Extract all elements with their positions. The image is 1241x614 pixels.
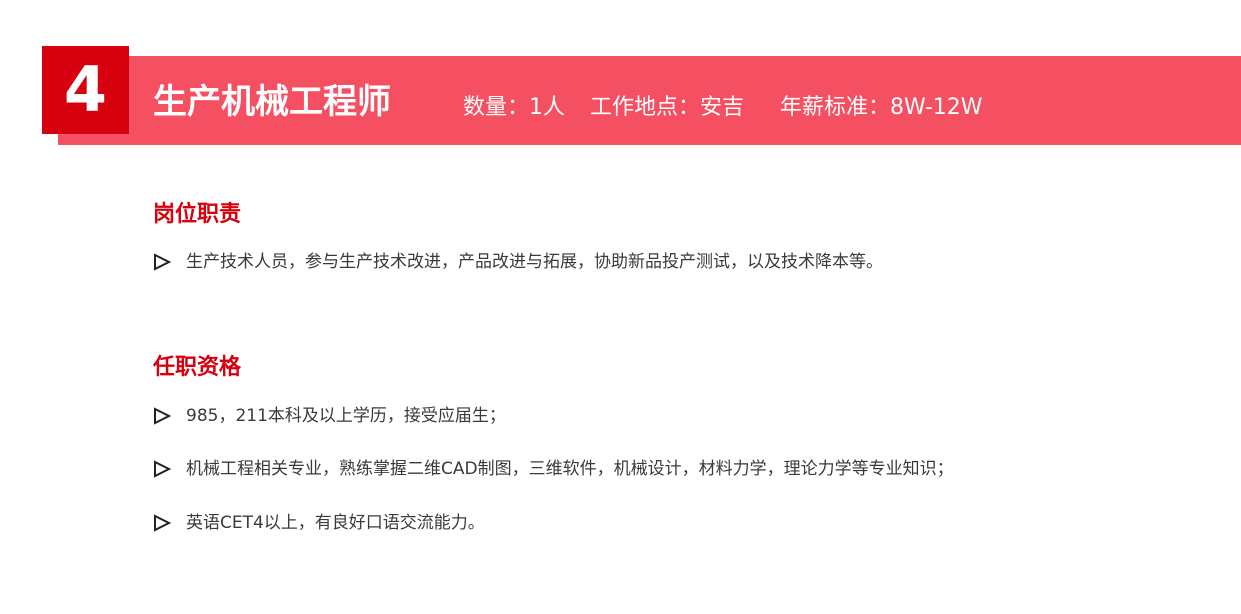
duties-heading: 岗位职责	[153, 202, 242, 227]
requirement-item: 机械工程相关专业，熟练掌握二维CAD制图，三维软件，机械设计，材料力学，理论力学…	[152, 456, 954, 482]
requirement-item-text: 机械工程相关专业，熟练掌握二维CAD制图，三维软件，机械设计，材料力学，理论力学…	[186, 459, 954, 479]
job-title: 生产机械工程师	[153, 82, 391, 122]
duty-item: 生产技术人员，参与生产技术改进，产品改进与拓展，协助新品投产测试，以及技术降本等…	[152, 249, 883, 275]
job-number-badge: 4	[42, 46, 129, 134]
requirement-item-text: 985，211本科及以上学历，接受应届生；	[186, 406, 506, 426]
requirements-heading: 任职资格	[153, 355, 242, 380]
requirement-item: 985，211本科及以上学历，接受应届生；	[152, 403, 506, 429]
play-triangle-outline-icon	[154, 407, 172, 425]
requirement-item-text: 英语CET4以上，有良好口语交流能力。	[186, 513, 485, 533]
job-location: 工作地点：安吉	[590, 95, 745, 120]
play-triangle-outline-icon	[154, 253, 172, 271]
play-triangle-outline-icon	[154, 460, 172, 478]
play-triangle-outline-icon	[154, 514, 172, 532]
job-salary: 年薪标准：8W-12W	[780, 95, 983, 120]
job-quantity: 数量：1人	[463, 95, 565, 120]
duty-item-text: 生产技术人员，参与生产技术改进，产品改进与拓展，协助新品投产测试，以及技术降本等…	[186, 252, 883, 272]
requirement-item: 英语CET4以上，有良好口语交流能力。	[152, 510, 485, 536]
